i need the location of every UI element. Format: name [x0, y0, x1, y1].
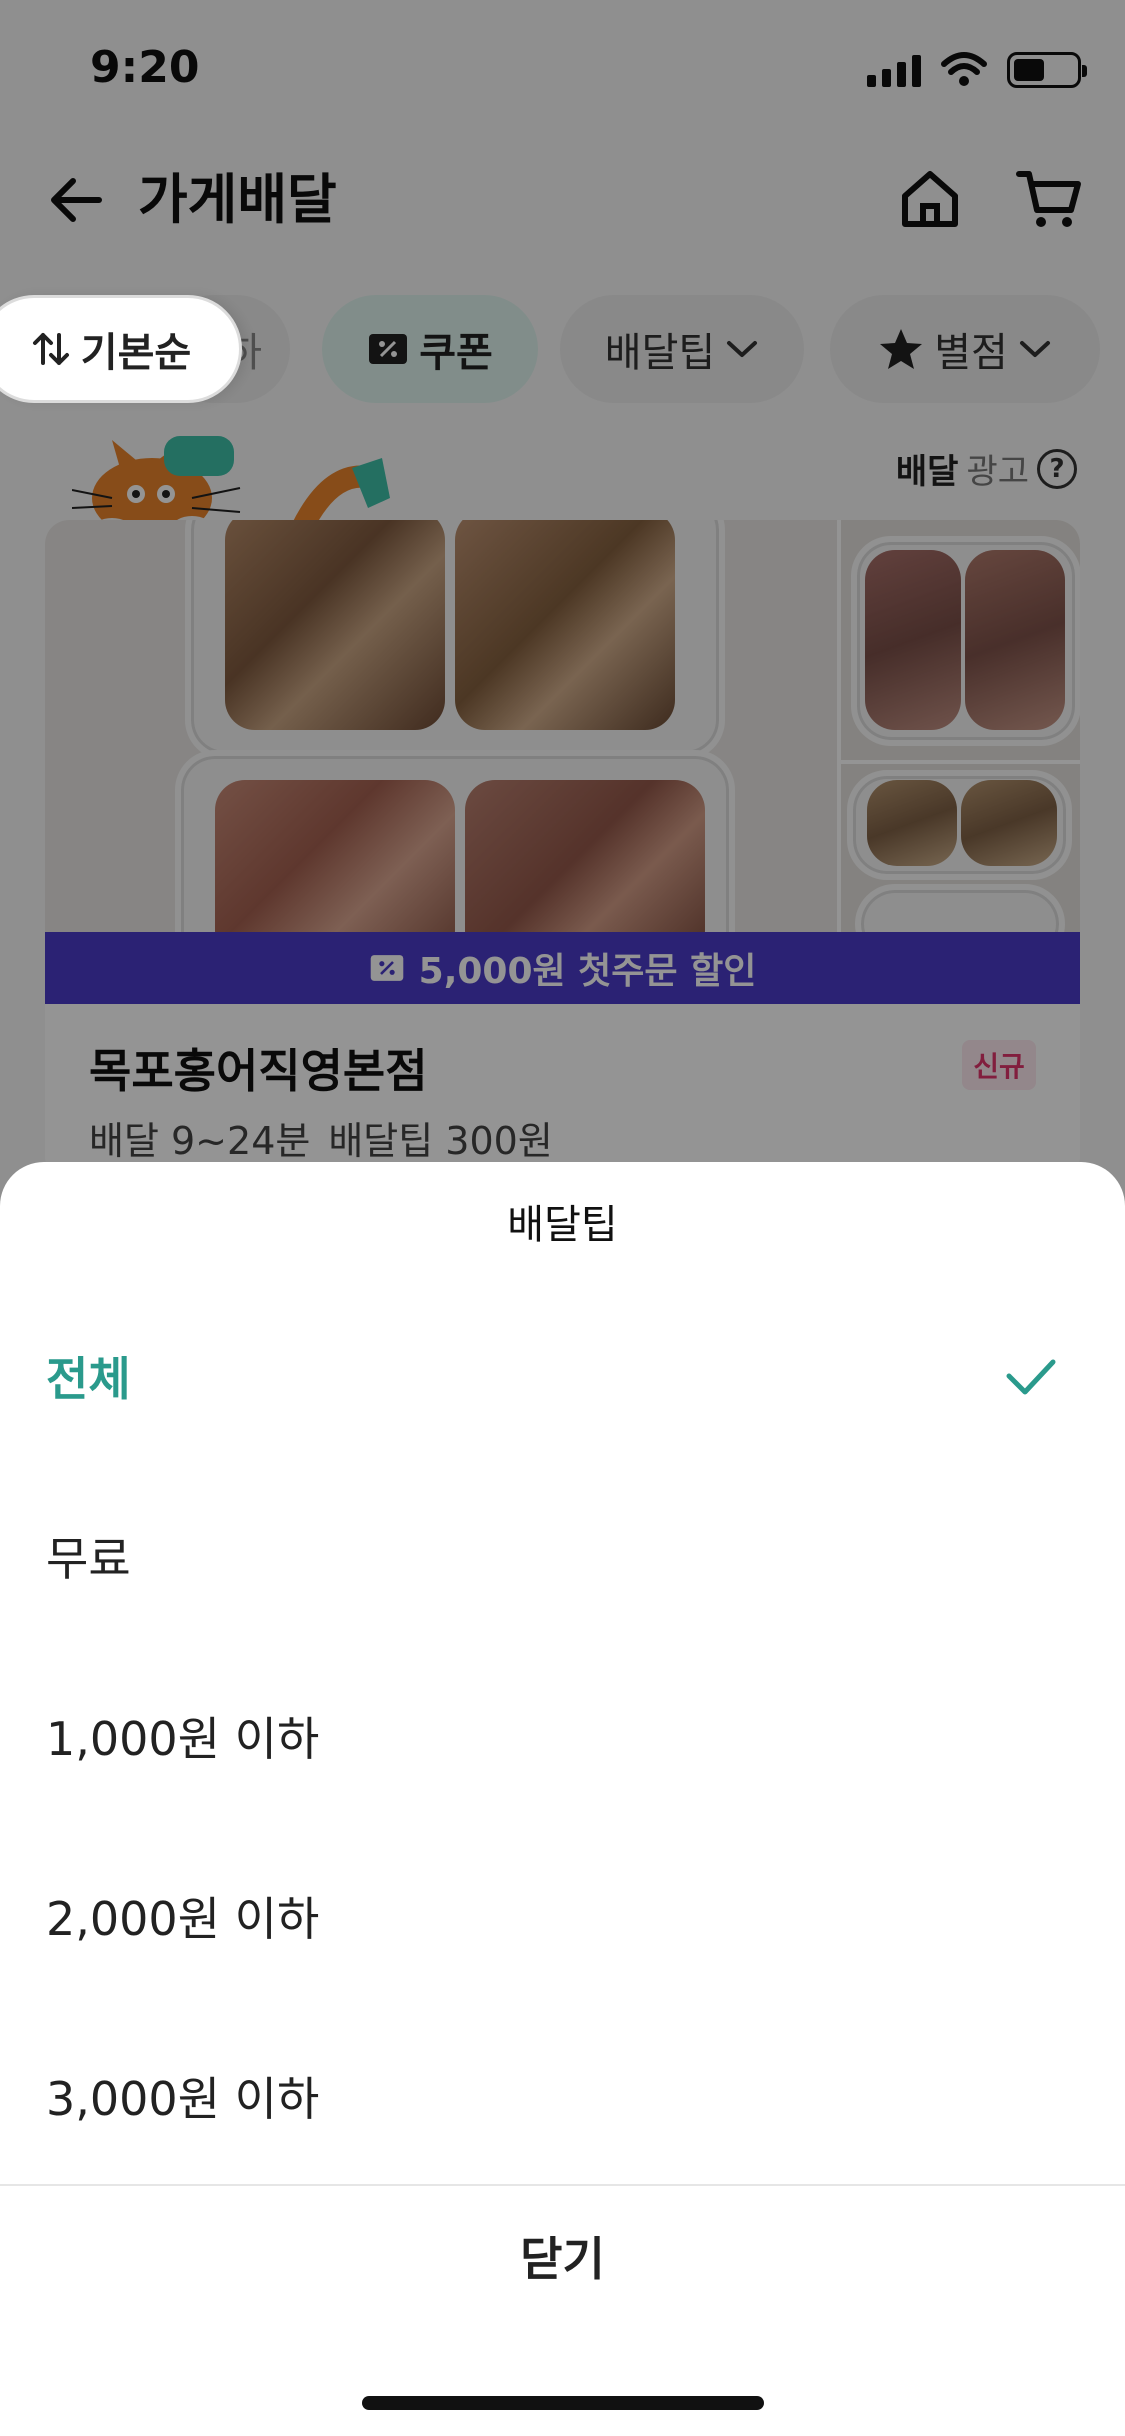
close-button[interactable]: 닫기: [0, 2186, 1125, 2326]
sort-arrows-icon: [32, 333, 69, 365]
sheet-title: 배달팁: [507, 1202, 618, 1248]
option-label: 무료: [46, 1532, 131, 1586]
sort-chip[interactable]: 기본순: [0, 295, 242, 403]
option-label: 2,000원 이하: [46, 1892, 320, 1946]
option-all[interactable]: 전체: [0, 1286, 1125, 1466]
checkmark-icon: [1006, 1359, 1056, 1395]
home-indicator[interactable]: [362, 2396, 764, 2410]
sort-chip-label: 기본순: [80, 330, 192, 376]
option-label: 3,000원 이하: [46, 2072, 320, 2126]
option-under-1000[interactable]: 1,000원 이하: [0, 1646, 1125, 1826]
delivery-tip-bottom-sheet: 배달팁 전체 무료 1,000원 이하 2,000원 이하 3,000원 이하 …: [0, 1162, 1125, 2436]
option-under-2000[interactable]: 2,000원 이하: [0, 1826, 1125, 2006]
option-under-3000[interactable]: 3,000원 이하: [0, 2006, 1125, 2186]
option-label: 전체: [46, 1352, 131, 1406]
option-label: 1,000원 이하: [46, 1712, 320, 1766]
option-free[interactable]: 무료: [0, 1466, 1125, 1646]
